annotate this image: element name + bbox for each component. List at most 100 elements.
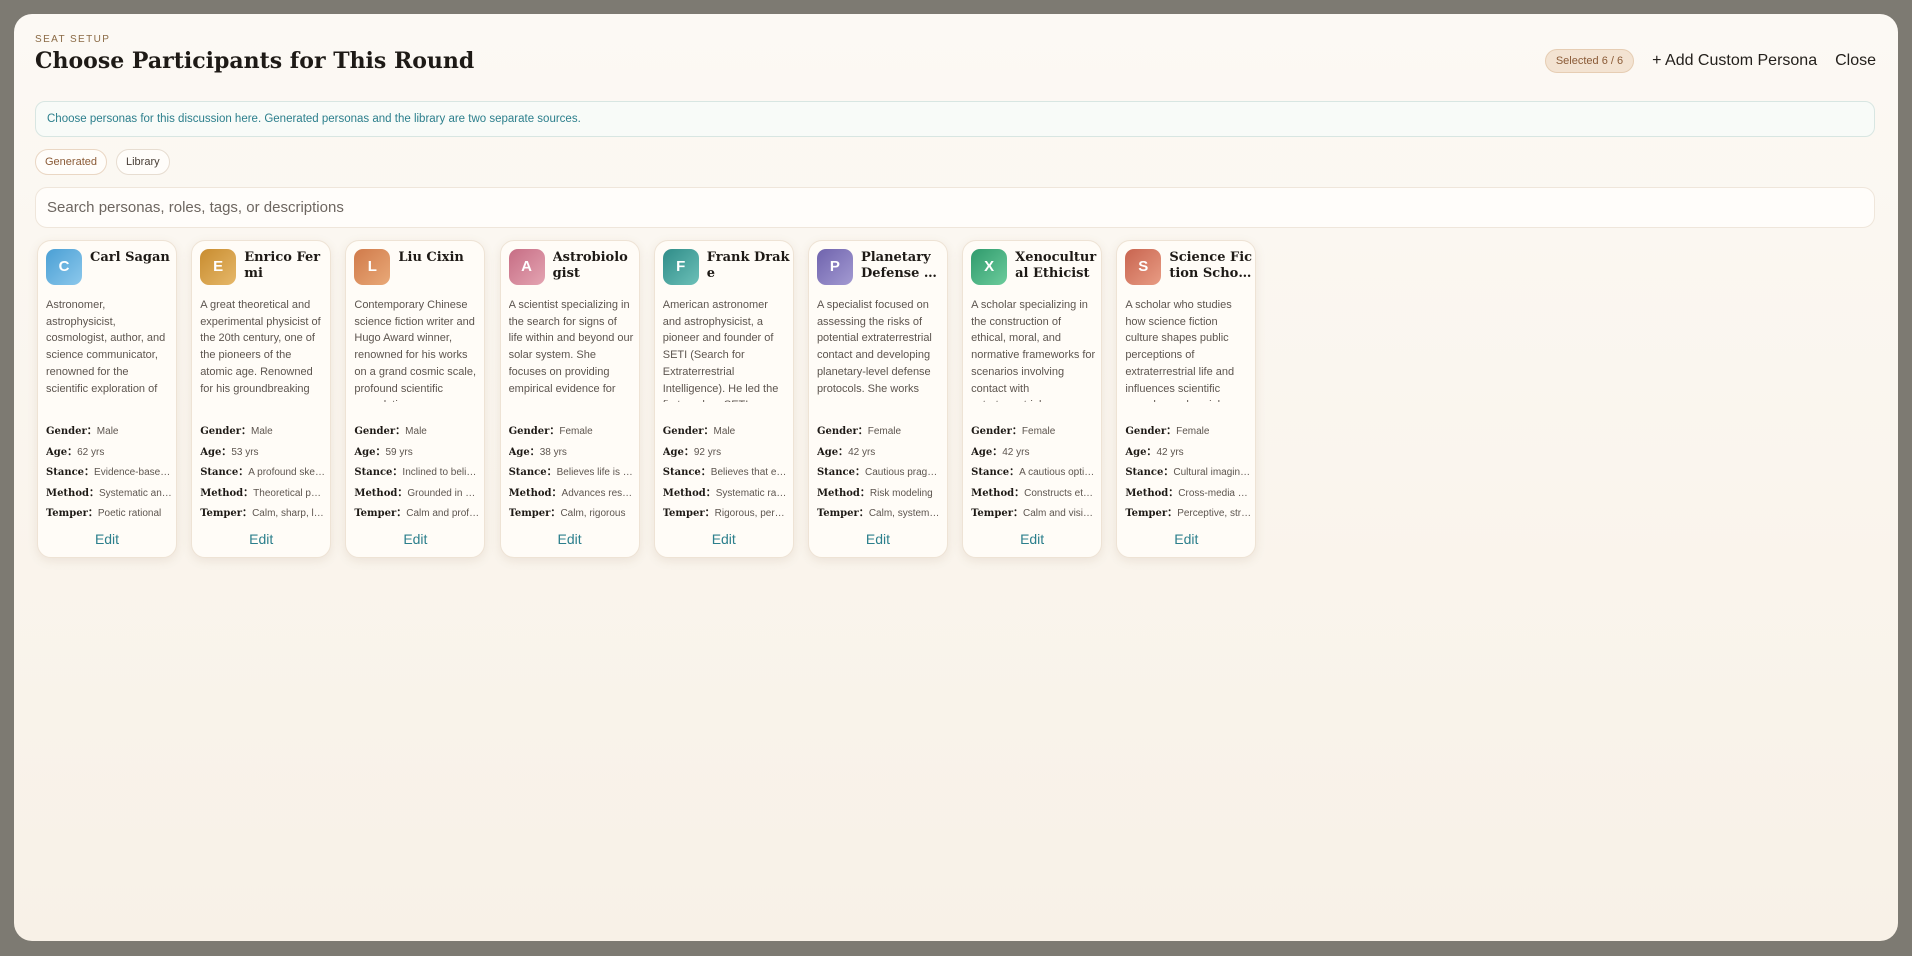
temper-value: Rigorous, persistent <box>714 508 789 520</box>
age-value: 53 yrs <box>231 446 259 458</box>
edit-button[interactable]: Edit <box>501 530 639 548</box>
stance-label: Stance： <box>46 467 95 479</box>
persona-attributes: Gender：Male Age：92 yrs Stance：Believes t… <box>663 422 789 525</box>
stance-label: Stance： <box>816 467 865 479</box>
gender-value: Female <box>867 426 902 437</box>
method-label: Method： <box>200 487 254 499</box>
stance-attr: Stance：Evidence-based optimism <box>46 463 172 484</box>
persona-card-6[interactable]: X Xenocultural Ethicist A scholar specia… <box>962 240 1103 558</box>
persona-card-1[interactable]: E Enrico Fermi A great theoretical and e… <box>191 240 332 558</box>
dialog-eyebrow: SEAT SETUP <box>35 34 111 45</box>
tab-library[interactable]: Library <box>115 149 170 175</box>
persona-card-4[interactable]: F Frank Drake American astronomer and as… <box>653 240 794 558</box>
age-attr: Age：38 yrs <box>509 443 635 464</box>
temper-label: Temper： <box>662 508 715 520</box>
persona-description: American astronomer and astrophysicist, … <box>662 299 779 402</box>
method-attr: Method：Constructs ethical <box>971 484 1097 505</box>
avatar: S <box>1125 249 1162 285</box>
temper-attr: Temper：Calm and profound <box>354 504 480 525</box>
persona-card-5[interactable]: P Planetary Defense Specialist A special… <box>807 240 948 558</box>
method-label: Method： <box>1125 487 1179 499</box>
gender-label: Gender： <box>46 426 97 437</box>
persona-name: Planetary Defense Specialist <box>860 250 943 281</box>
age-label: Age： <box>1125 446 1157 458</box>
avatar: P <box>816 249 853 285</box>
method-label: Method： <box>46 487 99 499</box>
stance-value: Inclined to believe <box>402 467 481 479</box>
temper-value: Calm and profound <box>406 508 481 520</box>
method-value: Systematic radio search <box>715 487 789 499</box>
method-label: Method： <box>354 487 408 499</box>
temper-value: Calm, sharp, logical <box>252 508 326 520</box>
age-label: Age： <box>662 446 694 458</box>
gender-attr: Gender：Female <box>817 422 943 443</box>
persona-card-3[interactable]: A Astrobiologist A scientist specializin… <box>499 240 640 558</box>
persona-name: Carl Sagan <box>90 250 170 265</box>
gender-value: Female <box>1021 426 1056 437</box>
temper-attr: Temper：Calm and visionary <box>971 504 1097 525</box>
persona-name: Liu Cixin <box>398 250 464 265</box>
stance-value: A profound skeptic <box>248 467 327 479</box>
persona-card-0[interactable]: C Carl Sagan Astronomer, astrophysicist,… <box>37 240 177 558</box>
gender-label: Gender： <box>354 426 406 437</box>
gender-value: Male <box>250 426 273 437</box>
add-custom-persona-button[interactable]: + Add Custom Persona <box>1652 52 1817 70</box>
stance-label: Stance： <box>200 467 249 479</box>
gender-attr: Gender：Male <box>200 422 326 443</box>
gender-value: Male <box>96 426 119 437</box>
stance-attr: Stance：A cautious optimist <box>971 463 1097 484</box>
age-value: 42 yrs <box>848 446 876 458</box>
age-attr: Age：92 yrs <box>663 443 789 464</box>
gender-label: Gender： <box>200 426 251 437</box>
method-attr: Method：Systematic analysis <box>46 484 172 505</box>
edit-button[interactable]: Edit <box>38 530 176 548</box>
temper-value: Calm and visionary <box>1023 508 1097 520</box>
temper-label: Temper： <box>354 508 407 520</box>
age-value: 42 yrs <box>1002 446 1030 458</box>
avatar: L <box>354 249 391 285</box>
temper-value: Perceptive, strategic <box>1177 508 1251 520</box>
temper-attr: Temper：Calm, rigorous <box>509 504 635 525</box>
method-attr: Method：Theoretical physics <box>200 484 326 505</box>
gender-attr: Gender：Female <box>509 422 635 443</box>
age-label: Age： <box>46 446 78 458</box>
stance-label: Stance： <box>354 467 403 479</box>
edit-button[interactable]: Edit <box>655 530 793 548</box>
temper-attr: Temper：Rigorous, persistent <box>663 504 789 525</box>
search-input[interactable] <box>35 187 1875 228</box>
persona-name: Science Fiction Scholar <box>1169 250 1253 281</box>
temper-label: Temper： <box>46 508 98 520</box>
age-label: Age： <box>971 446 1003 458</box>
temper-label: Temper： <box>200 508 253 520</box>
persona-card-7[interactable]: S Science Fiction Scholar A scholar who … <box>1116 240 1257 558</box>
stance-label: Stance： <box>1125 467 1174 479</box>
edit-button[interactable]: Edit <box>346 530 484 548</box>
persona-card-2[interactable]: L Liu Cixin Contemporary Chinese science… <box>345 240 486 558</box>
persona-attributes: Gender：Female Age：42 yrs Stance：A cautio… <box>971 422 1097 525</box>
close-button[interactable]: Close <box>1835 52 1876 70</box>
stance-value: Cultural imagination <box>1173 467 1251 479</box>
stance-value: Believes life is common <box>556 467 635 479</box>
age-value: 62 yrs <box>77 446 105 458</box>
temper-attr: Temper：Calm, sharp, logical <box>200 504 326 525</box>
method-attr: Method：Grounded in physics <box>354 484 480 505</box>
gender-value: Female <box>559 426 593 437</box>
temper-attr: Temper：Perceptive, strategic <box>1125 504 1251 525</box>
temper-attr: Temper：Calm, systematic <box>817 504 943 525</box>
source-tabs: Generated Library <box>35 149 179 175</box>
edit-button[interactable]: Edit <box>809 530 947 548</box>
method-attr: Method：Risk modeling <box>817 484 943 505</box>
avatar: X <box>971 249 1008 285</box>
persona-description: A specialist focused on assessing the ri… <box>816 299 932 395</box>
age-attr: Age：42 yrs <box>1125 443 1251 464</box>
tab-generated[interactable]: Generated <box>35 149 107 175</box>
edit-button[interactable]: Edit <box>192 530 330 548</box>
age-label: Age： <box>200 446 232 458</box>
persona-attributes: Gender：Male Age：59 yrs Stance：Inclined t… <box>354 422 480 525</box>
method-attr: Method：Cross-media analysis <box>1125 484 1251 505</box>
edit-button[interactable]: Edit <box>1117 530 1255 548</box>
stance-attr: Stance：Cultural imagination <box>1125 463 1251 484</box>
method-value: Theoretical physics <box>253 487 327 499</box>
method-label: Method： <box>508 487 562 499</box>
edit-button[interactable]: Edit <box>963 530 1101 548</box>
